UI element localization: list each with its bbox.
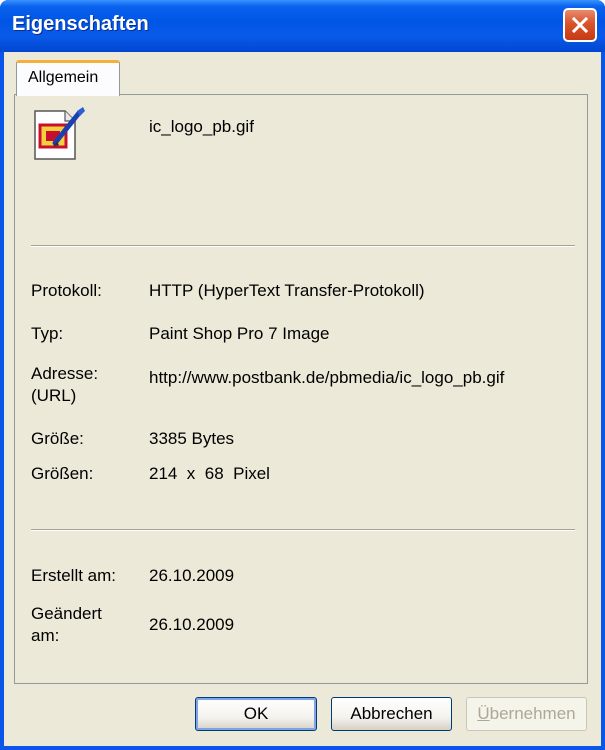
tab-panel: ic_logo_pb.gif Protokoll: HTTP (HyperTex… bbox=[14, 94, 588, 684]
dialog-body: Allgemein ic_logo_pb.gif Protokoll: HTTP… bbox=[4, 52, 601, 746]
divider bbox=[31, 245, 575, 247]
type-value: Paint Shop Pro 7 Image bbox=[149, 324, 330, 343]
type-label: Typ: bbox=[31, 324, 64, 343]
modified-label: Geändert bbox=[31, 604, 102, 623]
created-label: Erstellt am: bbox=[31, 566, 117, 585]
size-label: Größe: bbox=[31, 429, 84, 448]
protocol-value: HTTP (HyperText Transfer-Protokoll) bbox=[149, 281, 425, 300]
tab-allgemein[interactable]: Allgemein bbox=[16, 60, 120, 96]
apply-button[interactable]: Übernehmen bbox=[466, 697, 587, 731]
tab-label: Allgemein bbox=[28, 69, 99, 86]
address-label: Adresse: bbox=[31, 364, 99, 383]
close-icon bbox=[572, 17, 588, 33]
dimensions-value: 214 x 68 Pixel bbox=[149, 464, 270, 483]
protocol-label: Protokoll: bbox=[31, 281, 102, 300]
address-value: http://www.postbank.de/pbmedia/ic_logo_p… bbox=[149, 368, 505, 387]
ok-button[interactable]: OK bbox=[195, 697, 317, 731]
file-name: ic_logo_pb.gif bbox=[149, 117, 254, 136]
paint-shop-pro-image-icon bbox=[34, 107, 85, 160]
cancel-button[interactable]: Abbrechen bbox=[331, 697, 452, 731]
modified-value: 26.10.2009 bbox=[149, 615, 235, 634]
close-button[interactable] bbox=[563, 8, 597, 42]
window-title: Eigenschaften bbox=[12, 13, 149, 35]
apply-mnemonic: Ü bbox=[477, 704, 490, 723]
size-value: 3385 Bytes bbox=[149, 429, 235, 448]
created-value: 26.10.2009 bbox=[149, 566, 235, 585]
dimensions-label: Größen: bbox=[31, 464, 94, 483]
divider bbox=[31, 529, 575, 531]
modified-label-am: am: bbox=[31, 626, 60, 645]
properties-dialog: Eigenschaften Allgemein ic_logo_pb.gif P bbox=[0, 0, 605, 750]
title-bar[interactable]: Eigenschaften bbox=[0, 0, 605, 52]
apply-label: bernehmen bbox=[489, 704, 576, 723]
address-label-url: (URL) bbox=[31, 386, 77, 405]
